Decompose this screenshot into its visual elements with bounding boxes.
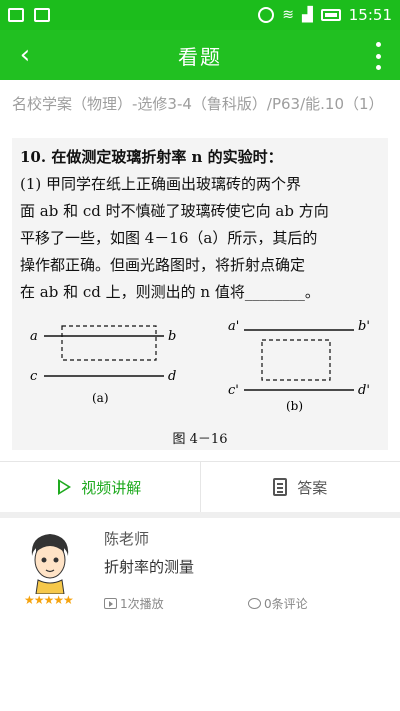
question-line: (1) 甲同学在纸上正确画出玻璃砖的两个界 — [20, 175, 302, 193]
figure-caption: 图 4－16 — [172, 432, 228, 447]
document-icon — [273, 478, 288, 496]
label-c-prime: c' — [228, 383, 239, 398]
app-header: ‹ 看题 — [0, 30, 400, 80]
battery-icon — [320, 9, 341, 21]
question-image: 10. 在做测定玻璃折射率 n 的实验时： (1) 甲同学在纸上正确画出玻璃砖的… — [12, 138, 388, 450]
alarm-icon — [258, 7, 275, 23]
glass-block-a — [61, 325, 157, 361]
answer-button[interactable]: 答案 — [199, 462, 400, 512]
label-b: b — [168, 329, 176, 344]
video-topic: 折射率的测量 — [104, 558, 195, 576]
image-icon — [34, 8, 50, 22]
label-b-prime: b' — [358, 320, 370, 334]
label-d-prime: d' — [358, 383, 370, 398]
label-fig-a: (a) — [92, 391, 109, 405]
label-a-prime: a' — [228, 320, 239, 334]
question-line: 在 ab 和 cd 上，则测出的 n 值将________。 — [20, 283, 320, 301]
question-line: 面 ab 和 cd 时不慎碰了玻璃砖使它向 ab 方向 — [20, 202, 329, 220]
question-line: 平移了一些，如图 4－16（a）所示，其后的 — [20, 229, 318, 247]
glass-block-b — [261, 339, 331, 381]
label-a: a — [30, 329, 38, 344]
label-c: c — [30, 369, 38, 384]
signal-icon: ▟ — [301, 7, 313, 23]
comment-icon — [248, 598, 261, 609]
page-title: 看题 — [178, 44, 222, 69]
video-play-icon — [104, 598, 117, 609]
teacher-video-card[interactable]: ★★★★★ 陈老师 折射率的测量 1次播放 0条评论 — [0, 518, 400, 618]
label-fig-b: (b) — [286, 399, 303, 413]
more-vert-icon[interactable] — [376, 42, 382, 70]
comment-count-label: 0条评论 — [264, 597, 308, 611]
wifi-icon: ≋ — [282, 7, 294, 23]
play-icon — [58, 479, 72, 495]
answer-label: 答案 — [297, 478, 328, 497]
label-d: d — [168, 369, 176, 384]
avatar — [31, 534, 69, 594]
back-arrow-icon[interactable]: ‹ — [10, 40, 40, 70]
video-explanation-button[interactable]: 视频讲解 — [0, 462, 200, 512]
question-line: 10. 在做测定玻璃折射率 n 的实验时： — [20, 148, 283, 166]
notification-icon — [8, 8, 24, 22]
rating-stars: ★★★★★ — [24, 593, 74, 607]
play-count-label: 1次播放 — [120, 597, 164, 611]
breadcrumb: 名校学案（物理）-选修3-4（鲁科版）/P63/能.10（1） — [12, 95, 384, 113]
question-line: 操作都正确。但画光路图时，将折射点确定 — [20, 256, 306, 274]
clock: 15:51 — [348, 6, 392, 24]
teacher-name: 陈老师 — [104, 530, 150, 548]
figure-4-16: a b c d (a) a' b' c' d' (b) — [30, 320, 370, 413]
comment-count[interactable]: 0条评论 — [248, 595, 308, 612]
play-count: 1次播放 — [104, 595, 164, 612]
video-explanation-label: 视频讲解 — [81, 478, 142, 497]
status-bar: ≋ ▟ 15:51 — [0, 0, 400, 30]
action-bar: 视频讲解 答案 — [0, 462, 400, 512]
